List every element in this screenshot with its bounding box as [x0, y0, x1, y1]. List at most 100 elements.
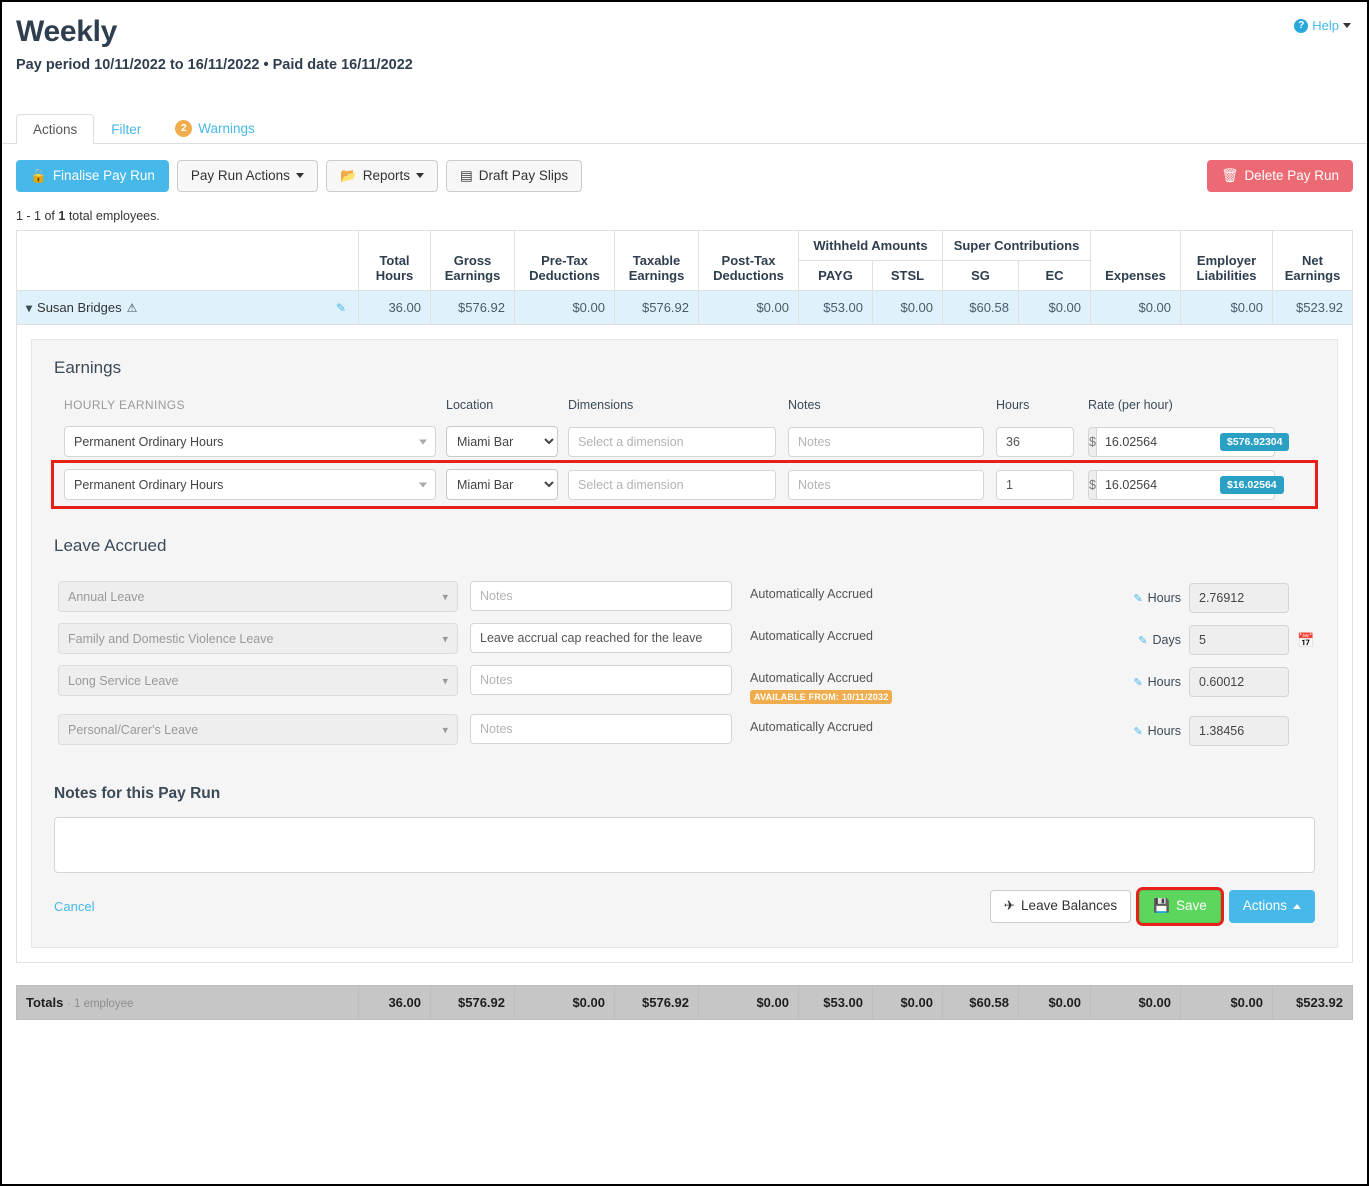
- delete-pay-run-label: Delete Pay Run: [1244, 167, 1339, 183]
- leave-type-value: Family and Domestic Violence Leave: [68, 631, 274, 646]
- label-dimensions: Dimensions: [568, 398, 634, 413]
- finalise-pay-run-label: Finalise Pay Run: [52, 167, 155, 183]
- pay-category-select-wrap: Permanent Ordinary Hours: [64, 469, 436, 501]
- leave-status-wrap: Automatically Accrued: [750, 714, 1130, 734]
- tab-warnings[interactable]: 2 Warnings: [158, 112, 272, 144]
- cell-total-hours: 36.00: [358, 290, 431, 326]
- pay-category-select[interactable]: Permanent Ordinary Hours: [64, 469, 436, 501]
- finalise-pay-run-button[interactable]: 🔒 Finalise Pay Run: [16, 159, 169, 193]
- notes-title: Notes for this Pay Run: [54, 785, 221, 803]
- calendar-icon[interactable]: 📅: [1297, 632, 1315, 649]
- totals-post-tax-deductions: $0.00: [698, 985, 799, 1021]
- tab-filter[interactable]: Filter: [94, 114, 158, 144]
- totals-payg: $53.00: [798, 985, 873, 1021]
- chevron-down-icon: ▾: [442, 633, 448, 646]
- chevron-down-icon: [416, 173, 425, 179]
- leave-value-input[interactable]: [1189, 625, 1289, 656]
- totals-employer-liabilities: $0.00: [1180, 985, 1273, 1021]
- th-group-withheld-amounts: Withheld Amounts: [797, 230, 944, 262]
- earnings-row: Permanent Ordinary Hours Miami Bar Selec…: [54, 420, 1315, 463]
- cancel-link[interactable]: Cancel: [54, 899, 94, 914]
- leave-notes-input[interactable]: [470, 714, 732, 745]
- leave-row: Long Service Leave ▾ Automatically Accru…: [54, 660, 1315, 709]
- leave-value-group: ✎ Hours: [1133, 714, 1315, 747]
- page-header: Weekly Pay period 10/11/2022 to 16/11/20…: [2, 2, 1367, 73]
- leave-type-value: Personal/Carer's Leave: [68, 722, 199, 737]
- leave-type-select: Long Service Leave ▾: [58, 665, 458, 697]
- leave-notes-wrap: [470, 665, 732, 696]
- leave-unit: Hours: [1147, 675, 1181, 690]
- leave-section-title: Leave Accrued: [54, 536, 167, 556]
- leave-balances-button[interactable]: ✈ Leave Balances: [989, 890, 1132, 924]
- rate-input-wrap: $: [1088, 469, 1275, 500]
- totals-wrap: Totals · 1 employee 36.00 $576.92 $0.00 …: [2, 963, 1367, 1021]
- toolbar-button-group: 🔒 Finalise Pay Run Pay Run Actions 📂 Rep…: [16, 159, 583, 193]
- earnings-column-headers: HOURLY EARNINGS Location Dimensions Note…: [54, 398, 1315, 420]
- draft-pay-slips-button[interactable]: ▤ Draft Pay Slips: [446, 159, 583, 193]
- employee-name-cell[interactable]: ▾ Susan Bridges ⚠ ✎: [16, 290, 359, 326]
- dimension-input[interactable]: [568, 469, 776, 500]
- totals-ec: $0.00: [1018, 985, 1091, 1021]
- label-rate: Rate (per hour): [1088, 398, 1173, 413]
- save-button[interactable]: 💾 Save: [1136, 887, 1224, 927]
- pay-run-actions-button[interactable]: Pay Run Actions: [176, 159, 318, 193]
- hours-input-wrap: [996, 426, 1074, 457]
- leave-notes-input[interactable]: [470, 581, 732, 612]
- chevron-down-icon: ▾: [442, 591, 448, 604]
- leave-notes-input[interactable]: [470, 665, 732, 696]
- edit-pencil-icon[interactable]: ✎: [336, 301, 346, 315]
- chevron-up-icon: [1293, 904, 1301, 910]
- hours-input[interactable]: [996, 426, 1074, 457]
- earnings-notes-input[interactable]: [788, 426, 984, 457]
- lock-icon: 🔒: [30, 167, 47, 183]
- cell-gross-earnings: $576.92: [430, 290, 515, 326]
- help-link[interactable]: ? Help: [1294, 18, 1351, 33]
- reports-button[interactable]: 📂 Reports: [325, 159, 439, 193]
- label-hours: Hours: [996, 398, 1030, 413]
- delete-pay-run-button[interactable]: 🗑 Delete Pay Run: [1207, 159, 1353, 193]
- folder-icon: 📂: [339, 167, 357, 183]
- hours-input[interactable]: [996, 469, 1074, 500]
- edit-pencil-icon[interactable]: ✎: [1138, 634, 1147, 647]
- edit-pencil-icon[interactable]: ✎: [1133, 592, 1142, 605]
- leave-value-input[interactable]: [1189, 667, 1289, 698]
- help-icon: ?: [1294, 18, 1309, 33]
- actions-button[interactable]: Actions: [1228, 890, 1315, 924]
- footer-buttons: ✈ Leave Balances 💾 Save Actions: [989, 887, 1315, 927]
- location-select[interactable]: Miami Bar: [446, 426, 558, 458]
- tab-actions[interactable]: Actions: [16, 113, 95, 144]
- leave-unit-label: ✎ Hours: [1133, 675, 1181, 689]
- earnings-notes-input[interactable]: [788, 469, 984, 500]
- table-row[interactable]: ▾ Susan Bridges ⚠ ✎ 36.00 $576.92 $0.00 …: [16, 290, 1354, 326]
- leave-unit-label: ✎ Days: [1138, 633, 1181, 647]
- pay-category-value: Permanent Ordinary Hours: [74, 434, 224, 449]
- pay-run-notes-textarea[interactable]: [54, 817, 1315, 874]
- edit-pencil-icon[interactable]: ✎: [1133, 725, 1142, 738]
- cell-sg: $60.58: [942, 290, 1020, 326]
- leave-notes-wrap: [470, 623, 732, 654]
- leave-status-wrap: Automatically Accrued AVAILABLE FROM: 10…: [750, 665, 1130, 705]
- location-select[interactable]: Miami Bar: [446, 469, 558, 501]
- employee-count: 1 - 1 of 1 total employees.: [2, 192, 1367, 230]
- leave-value-input[interactable]: [1189, 583, 1289, 614]
- leave-type-value: Long Service Leave: [68, 673, 179, 688]
- warnings-count-badge: 2: [175, 119, 193, 137]
- leave-status: Automatically Accrued: [750, 629, 873, 644]
- leave-type-select: Annual Leave ▾: [58, 581, 458, 613]
- chevron-down-icon[interactable]: ▾: [26, 301, 32, 315]
- list-icon: ▤: [460, 167, 473, 183]
- edit-pencil-icon[interactable]: ✎: [1133, 676, 1142, 689]
- leave-value-input[interactable]: [1189, 716, 1289, 747]
- th-group-super-contributions: Super Contributions: [942, 230, 1092, 262]
- leave-status: Automatically Accrued: [750, 720, 873, 735]
- leave-unit: Hours: [1147, 724, 1181, 739]
- dimension-input[interactable]: [568, 426, 776, 457]
- leave-unit: Hours: [1147, 591, 1181, 606]
- earnings-amount-badge: $16.02564: [1220, 475, 1284, 494]
- leave-status-wrap: Automatically Accrued: [750, 623, 1130, 643]
- plane-icon: ✈: [1003, 898, 1016, 914]
- leave-notes-input[interactable]: [470, 623, 732, 654]
- pay-category-select[interactable]: Permanent Ordinary Hours: [64, 426, 436, 458]
- leave-unit-label: ✎ Hours: [1133, 724, 1181, 738]
- totals-label: Totals: [26, 995, 64, 1011]
